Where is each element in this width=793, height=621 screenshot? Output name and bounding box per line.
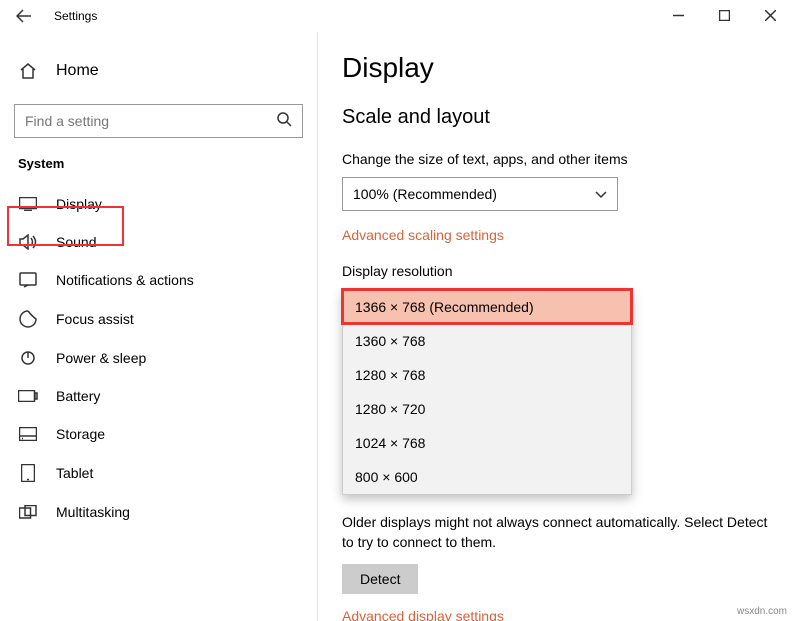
sidebar-item-label: Sound (56, 234, 96, 250)
resolution-option[interactable]: 1280 × 768 (343, 358, 631, 392)
display-icon (18, 197, 38, 211)
sidebar-item-label: Notifications & actions (56, 272, 194, 288)
sidebar-item-label: Storage (56, 426, 105, 442)
multitasking-icon (18, 505, 38, 519)
resolution-label: Display resolution (342, 263, 769, 279)
sidebar-item-display[interactable]: Display (0, 185, 317, 223)
maximize-button[interactable] (701, 0, 747, 30)
sidebar-item-sound[interactable]: Sound (0, 223, 317, 261)
resolution-dropdown[interactable]: 1366 × 768 (Recommended) 1360 × 768 1280… (342, 289, 632, 495)
sound-icon (18, 234, 38, 250)
sidebar-item-multitasking[interactable]: Multitasking (0, 493, 317, 531)
resolution-option[interactable]: 800 × 600 (343, 460, 631, 494)
sidebar-item-label: Multitasking (56, 504, 130, 520)
sidebar-item-focus[interactable]: Focus assist (0, 299, 317, 339)
advanced-scaling-link[interactable]: Advanced scaling settings (342, 227, 504, 243)
detect-button[interactable]: Detect (342, 564, 418, 594)
sidebar-item-power[interactable]: Power & sleep (0, 339, 317, 377)
resolution-option[interactable]: 1366 × 768 (Recommended) (343, 290, 631, 324)
app-title: Settings (54, 9, 97, 23)
tablet-icon (18, 464, 38, 482)
home-label: Home (56, 62, 99, 80)
page-title: Display (342, 52, 769, 84)
sidebar-item-tablet[interactable]: Tablet (0, 453, 317, 493)
sidebar-item-label: Display (56, 196, 102, 212)
battery-icon (18, 390, 38, 402)
sidebar-item-label: Power & sleep (56, 350, 146, 366)
chevron-down-icon (595, 186, 607, 202)
power-icon (18, 350, 38, 366)
sidebar-item-label: Battery (56, 388, 100, 404)
focus-icon (18, 310, 38, 328)
back-button[interactable] (12, 4, 36, 28)
minimize-button[interactable] (655, 0, 701, 30)
section-header: System (0, 156, 317, 185)
resolution-option[interactable]: 1280 × 720 (343, 392, 631, 426)
sidebar-item-notifications[interactable]: Notifications & actions (0, 261, 317, 299)
home-icon (18, 62, 38, 80)
content-pane: Display Scale and layout Change the size… (318, 32, 793, 621)
notifications-icon (18, 272, 38, 288)
detect-note: Older displays might not always connect … (342, 513, 769, 552)
home-nav[interactable]: Home (0, 52, 317, 90)
sidebar: Home System Display Sound Notifications … (0, 32, 318, 621)
sidebar-item-label: Focus assist (56, 311, 134, 327)
close-button[interactable] (747, 0, 793, 30)
watermark: wsxdn.com (737, 606, 787, 617)
search-input[interactable] (25, 113, 252, 129)
resolution-option[interactable]: 1024 × 768 (343, 426, 631, 460)
sidebar-item-battery[interactable]: Battery (0, 377, 317, 415)
scale-select[interactable]: 100% (Recommended) (342, 177, 618, 211)
scale-heading: Scale and layout (342, 106, 769, 129)
storage-icon (18, 427, 38, 441)
scale-select-value: 100% (Recommended) (353, 186, 497, 202)
sidebar-item-storage[interactable]: Storage (0, 415, 317, 453)
advanced-display-link[interactable]: Advanced display settings (342, 608, 504, 621)
resolution-option[interactable]: 1360 × 768 (343, 324, 631, 358)
sidebar-item-label: Tablet (56, 465, 93, 481)
search-box[interactable] (14, 104, 303, 138)
scale-label: Change the size of text, apps, and other… (342, 151, 769, 167)
search-icon (276, 111, 292, 132)
